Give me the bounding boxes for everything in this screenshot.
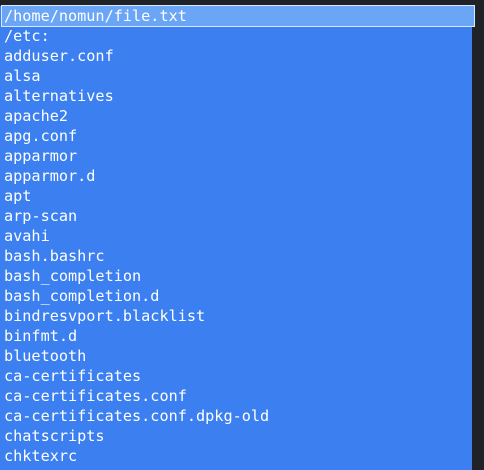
terminal-window[interactable]: /home/nomun/file.txt /etc: adduser.conf … xyxy=(0,0,484,470)
output-line: bash_completion.d xyxy=(4,287,160,305)
output-line: adduser.conf xyxy=(4,47,114,65)
output-line: apache2 xyxy=(4,107,69,125)
output-line: apt xyxy=(4,187,32,205)
output-line: ca-certificates.conf.dpkg-old xyxy=(4,407,270,425)
terminal-output[interactable]: /etc: adduser.conf alsa alternatives apa… xyxy=(4,26,472,466)
output-line: avahi xyxy=(4,227,50,245)
output-line: ca-certificates xyxy=(4,367,142,385)
output-line: alsa xyxy=(4,67,41,85)
output-line: ca-certificates.conf xyxy=(4,387,187,405)
output-line: bash_completion xyxy=(4,267,142,285)
output-line: chatscripts xyxy=(4,427,105,445)
output-line: /etc: xyxy=(4,27,50,45)
output-line: apg.conf xyxy=(4,127,78,145)
output-line: bash.bashrc xyxy=(4,247,105,265)
output-line: arp-scan xyxy=(4,207,78,225)
output-line: apparmor.d xyxy=(4,167,96,185)
output-line: chktexrc xyxy=(4,447,78,465)
output-line: binfmt.d xyxy=(4,327,78,345)
file-path-line[interactable]: /home/nomun/file.txt xyxy=(1,5,475,27)
output-line: apparmor xyxy=(4,147,78,165)
output-line: bluetooth xyxy=(4,347,87,365)
output-line: bindresvport.blacklist xyxy=(4,307,206,325)
output-line: alternatives xyxy=(4,87,114,105)
